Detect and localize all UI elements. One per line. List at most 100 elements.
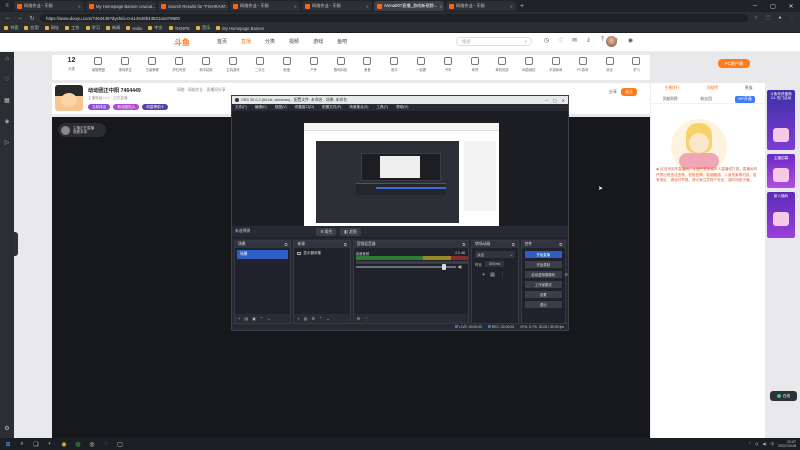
bookmark-item[interactable]: 书签 bbox=[4, 25, 18, 31]
new-tab-button[interactable]: + bbox=[520, 3, 524, 10]
source-item[interactable]: 显示器采集 bbox=[297, 251, 346, 256]
room-badge[interactable]: 粉丝团加入 bbox=[113, 104, 140, 110]
dock-menu-icon[interactable]: ⧉ bbox=[512, 243, 515, 247]
browser-tab[interactable]: Arena007直播_游戏新视野... ✕ bbox=[374, 1, 444, 11]
category-item[interactable]: 颜值 bbox=[273, 55, 300, 72]
tab-close-icon[interactable]: ✕ bbox=[439, 4, 442, 9]
nav-item[interactable]: 视频 bbox=[289, 38, 299, 45]
browser-tab[interactable]: Search Results for "FISHRAIN"...✕ bbox=[158, 1, 228, 11]
bookmark-item[interactable]: 音乐 bbox=[195, 25, 210, 31]
remove-icon[interactable]: ▤ bbox=[244, 316, 248, 321]
category-item[interactable]: PC游戏 bbox=[569, 55, 596, 72]
online-widget[interactable]: 在线 bbox=[770, 391, 797, 401]
dock-menu-icon[interactable]: ⧉ bbox=[462, 243, 465, 247]
dock-menu-icon[interactable]: ⧉ bbox=[285, 243, 288, 247]
tab-close-icon[interactable]: ✕ bbox=[510, 4, 513, 9]
duration-input[interactable]: 300 ms bbox=[484, 261, 505, 267]
category-item[interactable]: 单机热游 bbox=[489, 55, 516, 72]
share-button[interactable]: 分享 bbox=[609, 89, 617, 95]
message-icon[interactable]: ✉ bbox=[571, 37, 578, 44]
obs-close-icon[interactable]: ✕ bbox=[562, 98, 565, 103]
app-icon[interactable]: ▢ bbox=[114, 439, 126, 449]
bookmark-item[interactable]: 新闻 bbox=[105, 25, 120, 31]
dock-menu-icon[interactable]: ⧉ bbox=[344, 243, 347, 247]
input-language[interactable]: 中 bbox=[770, 442, 774, 447]
obs-minimize-icon[interactable]: ─ bbox=[545, 98, 548, 103]
category-item[interactable]: 体育 bbox=[462, 55, 489, 72]
follow-icon[interactable]: ♡ bbox=[557, 37, 564, 44]
obs-menu-item[interactable]: 编辑(E) bbox=[255, 105, 267, 110]
start-recording-button[interactable]: 开始录制 bbox=[524, 261, 563, 268]
obs-menu-item[interactable]: 停靠窗口(D) bbox=[295, 105, 314, 110]
more-menu-icon[interactable]: ⋮ bbox=[788, 15, 796, 21]
transition-select[interactable]: 淡出 ⌄ bbox=[475, 251, 515, 258]
tray-chevron-icon[interactable]: ⌃ bbox=[748, 442, 751, 446]
remove-transition-icon[interactable]: ▤ bbox=[490, 272, 495, 278]
streamer-avatar[interactable] bbox=[55, 85, 83, 111]
follow-button[interactable]: 关注 bbox=[621, 88, 637, 96]
category-item[interactable]: 绝地求生 bbox=[112, 55, 139, 72]
clock[interactable]: 22:07 2022/10/18 bbox=[778, 440, 796, 449]
tab-fanclub[interactable]: 粉丝团 bbox=[701, 97, 712, 102]
close-window-icon[interactable]: ✕ bbox=[782, 0, 800, 12]
category-item[interactable]: 综合 bbox=[596, 55, 623, 72]
tab-noble[interactable]: 贵族 bbox=[745, 86, 753, 91]
speaker-icon[interactable]: ◀) bbox=[458, 264, 462, 269]
live-icon[interactable]: ◉ bbox=[627, 37, 634, 44]
category-item[interactable]: 英雄联盟 bbox=[85, 55, 112, 72]
profile-icon[interactable]: ● bbox=[776, 15, 784, 21]
obs-menu-item[interactable]: 帮助(H) bbox=[396, 105, 408, 110]
start-virtual-camera-button[interactable]: 启动虚拟摄像机 ⚙ bbox=[524, 271, 568, 278]
category-item[interactable]: 手游休闲 bbox=[542, 55, 569, 72]
upload-icon[interactable]: ⤒ bbox=[599, 37, 606, 44]
add-transition-icon[interactable]: + bbox=[482, 272, 485, 278]
dock-menu-icon[interactable]: ⧉ bbox=[559, 243, 562, 247]
volume-icon[interactable]: ◀) bbox=[762, 442, 766, 446]
category-item[interactable]: 和平精英 bbox=[193, 55, 220, 72]
rail-category[interactable]: ▦ bbox=[4, 97, 10, 104]
rail-video[interactable]: ▷ bbox=[5, 139, 10, 146]
settings-button[interactable]: 设置 bbox=[524, 291, 563, 298]
obs-menu-item[interactable]: 场景集合(S) bbox=[349, 105, 368, 110]
extensions-icon[interactable]: ⬚ bbox=[764, 15, 772, 21]
category-item[interactable]: 主机游戏 bbox=[219, 55, 246, 72]
add-icon[interactable]: + bbox=[297, 316, 299, 321]
mixer-more-icon[interactable]: ⋮ bbox=[364, 316, 368, 321]
wechat-icon[interactable]: ◍ bbox=[72, 439, 84, 449]
bookmark-item[interactable]: 应用 bbox=[24, 25, 39, 31]
bookmark-item[interactable]: 学习 bbox=[85, 25, 100, 31]
rail-settings-icon[interactable]: ⚙ bbox=[4, 425, 9, 432]
room-badge[interactable]: 财富榜前十 bbox=[142, 104, 169, 110]
rail-game[interactable]: ◈ bbox=[5, 118, 10, 125]
tab-contribution[interactable]: 贡献榜 bbox=[707, 86, 718, 91]
category-item[interactable]: 汽车 bbox=[435, 55, 462, 72]
start-streaming-button[interactable]: 开始直播 bbox=[524, 251, 563, 258]
transition-more-icon[interactable]: ⋮ bbox=[500, 272, 505, 278]
gear-icon[interactable]: ⚙ bbox=[311, 316, 315, 321]
obs-maximize-icon[interactable]: ▢ bbox=[553, 98, 557, 103]
obs-menu-item[interactable]: 工具(T) bbox=[376, 105, 388, 110]
download-icon[interactable]: ⤓ bbox=[585, 37, 592, 44]
reload-icon[interactable]: ↻ bbox=[28, 15, 36, 22]
category-item[interactable]: 美食 bbox=[354, 55, 381, 72]
promo-banner-2[interactable]: 主播招募 bbox=[767, 154, 795, 188]
bookmark-item[interactable]: TIKNPE bbox=[168, 26, 190, 31]
bookmark-item[interactable]: 中文 bbox=[148, 25, 163, 31]
task-view-icon[interactable]: ❑ bbox=[30, 439, 42, 449]
obs-preview[interactable] bbox=[232, 111, 568, 226]
category-item[interactable]: 网游竞技 bbox=[515, 55, 542, 72]
bookmark-item[interactable]: enitio bbox=[126, 26, 142, 31]
volume-fader-handle[interactable] bbox=[441, 264, 446, 270]
promo-banner-1[interactable]: 斗鱼年终盛典 1/1 热门活动 bbox=[767, 90, 795, 150]
browser-tab[interactable]: 网络作业 - 乐报 ✕ bbox=[302, 1, 372, 11]
scene-item[interactable]: 场景 bbox=[237, 250, 289, 259]
move-down-icon[interactable]: ⌄ bbox=[326, 316, 329, 321]
add-icon[interactable]: + bbox=[238, 316, 240, 321]
bookmark-item[interactable]: 工作 bbox=[65, 25, 80, 31]
nav-item[interactable]: 游戏 bbox=[313, 38, 323, 45]
obs-menu-item[interactable]: 视图(V) bbox=[275, 105, 287, 110]
category-item[interactable]: 王者荣耀 bbox=[139, 55, 166, 72]
move-up-icon[interactable]: ⌃ bbox=[319, 316, 322, 321]
volume-fader-track[interactable] bbox=[355, 266, 456, 268]
browser-tab[interactable]: 网络作业 - 乐报 ✕ bbox=[230, 1, 300, 11]
